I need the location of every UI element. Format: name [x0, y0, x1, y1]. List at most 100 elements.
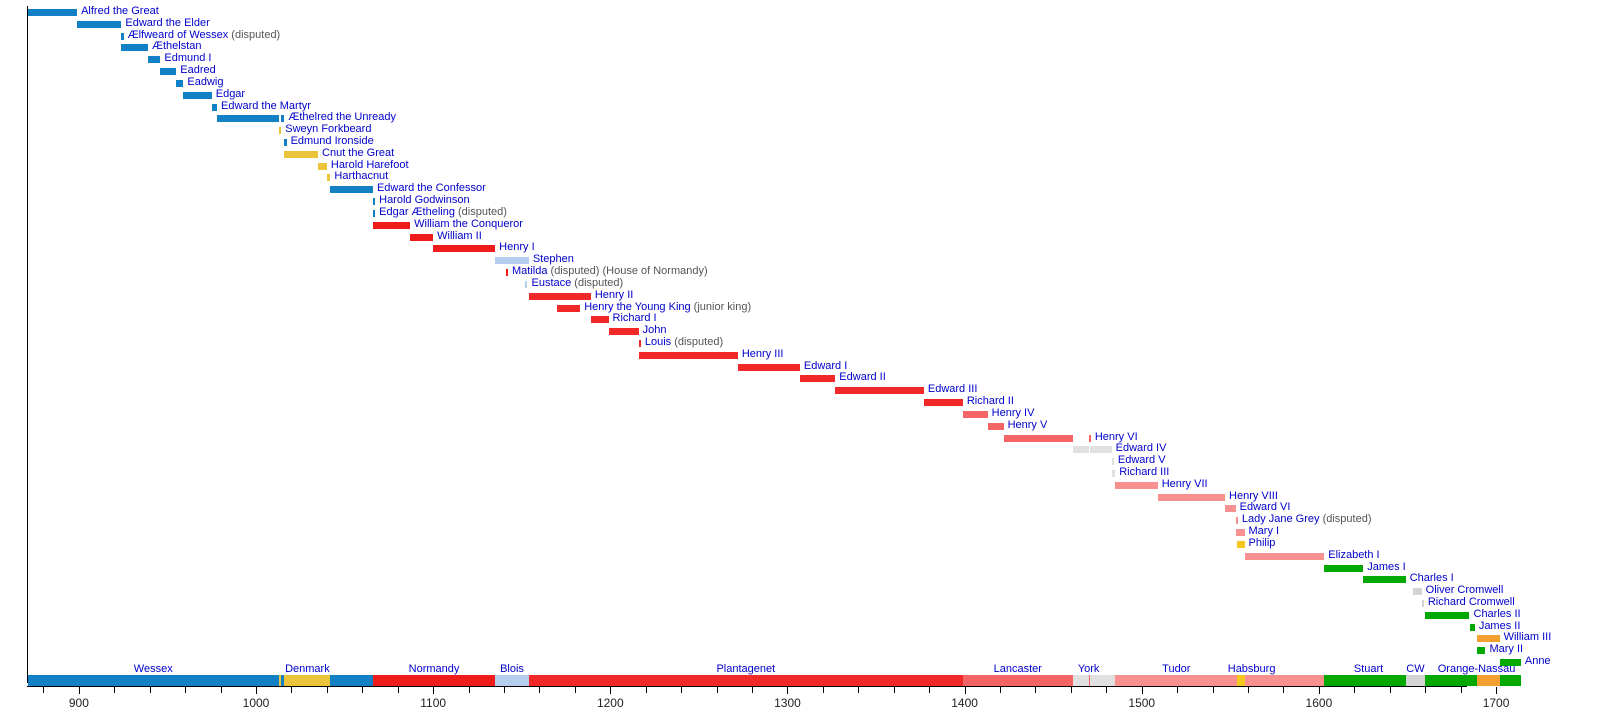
reign-bar[interactable]: [638, 339, 641, 347]
reign-bar[interactable]: [608, 328, 639, 336]
house-band-segment[interactable]: [1244, 675, 1325, 686]
timeline-row[interactable]: James I: [0, 561, 1600, 574]
timeline-row[interactable]: John: [0, 324, 1600, 337]
timeline-row[interactable]: Henry III: [0, 348, 1600, 361]
house-band-segment[interactable]: [372, 675, 496, 686]
reign-bar[interactable]: [557, 304, 581, 312]
timeline-row[interactable]: Æthelstan: [0, 40, 1600, 53]
timeline-row[interactable]: Edward IV: [0, 442, 1600, 455]
reign-bar[interactable]: [318, 162, 327, 170]
reign-bar[interactable]: [1363, 576, 1406, 584]
reign-bar[interactable]: [433, 245, 496, 253]
timeline-row[interactable]: James II: [0, 620, 1600, 633]
reign-bar[interactable]: [27, 9, 78, 16]
house-band-segment[interactable]: [1090, 675, 1116, 686]
reign-bar[interactable]: [326, 174, 331, 182]
timeline-row[interactable]: Edward I: [0, 360, 1600, 373]
reign-bar[interactable]: [1469, 623, 1475, 631]
reign-bar[interactable]: [147, 56, 161, 64]
timeline-row[interactable]: Richard II: [0, 395, 1600, 408]
house-band-segment[interactable]: [284, 675, 331, 686]
house-band-segment[interactable]: [1499, 675, 1521, 686]
reign-bar[interactable]: [217, 115, 280, 123]
reign-bar[interactable]: [1072, 446, 1089, 454]
house-band-segment[interactable]: [1237, 675, 1245, 686]
house-band-segment[interactable]: [962, 675, 1073, 686]
timeline-row[interactable]: Mary I: [0, 525, 1600, 538]
timeline-row[interactable]: Henry VII: [0, 478, 1600, 491]
timeline-row[interactable]: William the Conqueror: [0, 218, 1600, 231]
timeline-row[interactable]: Harold Godwinson: [0, 194, 1600, 207]
reign-bar[interactable]: [1088, 434, 1091, 442]
timeline-row[interactable]: Sweyn Forkbeard: [0, 123, 1600, 136]
reign-bar[interactable]: [495, 257, 529, 265]
timeline-row[interactable]: Eustace (disputed): [0, 277, 1600, 290]
reign-bar[interactable]: [923, 399, 963, 407]
reign-bar[interactable]: [183, 91, 212, 99]
reign-bar[interactable]: [1115, 481, 1158, 489]
house-band-segment[interactable]: [1405, 675, 1426, 686]
timeline-row[interactable]: Henry I: [0, 241, 1600, 254]
timeline-row[interactable]: Æthelred the Unready: [0, 111, 1600, 124]
reign-bar[interactable]: [121, 44, 148, 52]
timeline-row[interactable]: Henry V: [0, 419, 1600, 432]
timeline-row[interactable]: Edward the Confessor: [0, 182, 1600, 195]
reign-bar[interactable]: [1425, 611, 1470, 619]
timeline-row[interactable]: Henry VI: [0, 431, 1600, 444]
timeline-row[interactable]: Richard III: [0, 466, 1600, 479]
timeline-row[interactable]: Henry the Young King (junior king): [0, 301, 1600, 314]
timeline-row[interactable]: William II: [0, 230, 1600, 243]
house-band-segment[interactable]: [1072, 675, 1089, 686]
reign-bar[interactable]: [1003, 434, 1073, 442]
reign-bar[interactable]: [121, 32, 124, 40]
house-band-segment[interactable]: [495, 675, 529, 686]
reign-bar[interactable]: [1157, 493, 1226, 501]
reign-bar[interactable]: [1090, 446, 1112, 454]
timeline-row[interactable]: William III: [0, 631, 1600, 644]
reign-bar[interactable]: [799, 375, 836, 383]
timeline-row[interactable]: Alfred the Great: [0, 5, 1600, 18]
reign-bar[interactable]: [372, 209, 376, 217]
reign-bar[interactable]: [1235, 517, 1238, 525]
reign-bar[interactable]: [835, 387, 924, 395]
timeline-row[interactable]: Stephen: [0, 253, 1600, 266]
timeline-row[interactable]: Edward the Martyr: [0, 100, 1600, 113]
house-band-segment[interactable]: [27, 675, 280, 686]
house-band-segment[interactable]: [330, 675, 373, 686]
reign-bar[interactable]: [1237, 540, 1245, 548]
house-band-segment[interactable]: [528, 675, 963, 686]
reign-bar[interactable]: [1412, 588, 1422, 596]
reign-bar[interactable]: [160, 68, 177, 76]
timeline-row[interactable]: Matilda (disputed) (House of Normandy): [0, 265, 1600, 278]
reign-bar[interactable]: [330, 186, 373, 194]
reign-bar[interactable]: [280, 115, 285, 123]
timeline-row[interactable]: Cnut the Great: [0, 147, 1600, 160]
timeline-row[interactable]: Richard I: [0, 312, 1600, 325]
reign-bar[interactable]: [284, 139, 287, 147]
timeline-row[interactable]: Lady Jane Grey (disputed): [0, 513, 1600, 526]
timeline-row[interactable]: Henry IV: [0, 407, 1600, 420]
reign-bar[interactable]: [1235, 529, 1245, 537]
reign-bar[interactable]: [987, 422, 1004, 430]
timeline-row[interactable]: Edward V: [0, 454, 1600, 467]
reign-bar[interactable]: [77, 20, 122, 28]
reign-bar[interactable]: [211, 103, 218, 111]
reign-bar[interactable]: [279, 127, 282, 135]
timeline-row[interactable]: Edward III: [0, 383, 1600, 396]
reign-bar[interactable]: [505, 269, 508, 277]
timeline-row[interactable]: Edmund I: [0, 52, 1600, 65]
timeline-row[interactable]: Ælfweard of Wessex (disputed): [0, 29, 1600, 42]
reign-bar[interactable]: [1111, 458, 1114, 466]
reign-bar[interactable]: [528, 292, 591, 300]
timeline-row[interactable]: Richard Cromwell: [0, 596, 1600, 609]
reign-bar[interactable]: [590, 316, 609, 324]
reign-bar[interactable]: [525, 280, 528, 288]
house-band-segment[interactable]: [1324, 675, 1406, 686]
reign-bar[interactable]: [638, 351, 738, 359]
reign-bar[interactable]: [1225, 505, 1236, 513]
timeline-row[interactable]: Eadred: [0, 64, 1600, 77]
timeline-row[interactable]: Louis (disputed): [0, 336, 1600, 349]
reign-bar[interactable]: [1244, 552, 1325, 560]
reign-bar[interactable]: [372, 198, 376, 206]
reign-bar[interactable]: [962, 410, 988, 418]
